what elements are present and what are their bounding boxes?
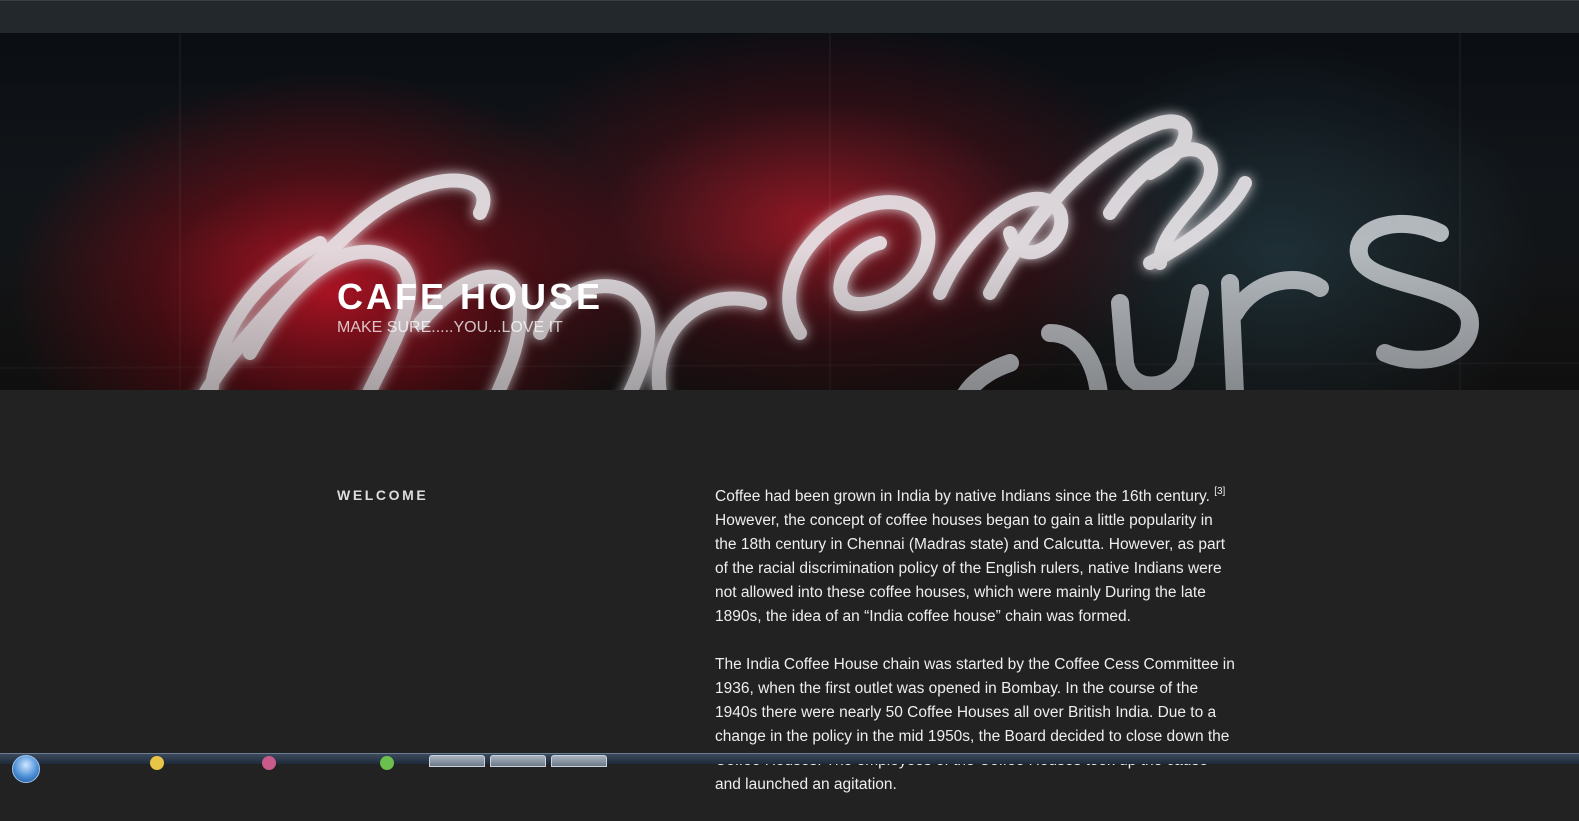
taskbar-window-button[interactable]: [429, 755, 485, 767]
taskbar-window-button[interactable]: [490, 755, 546, 767]
citation-link[interactable]: [3]: [1214, 486, 1225, 497]
taskbar-app-icon[interactable]: [262, 756, 276, 770]
paragraph-2: The India Coffee House chain was started…: [715, 656, 1235, 793]
top-bar: [0, 0, 1579, 33]
paragraph-1-text-b: However, the concept of coffee houses be…: [715, 512, 1226, 625]
taskbar-app-icon[interactable]: [150, 756, 164, 770]
site-tagline: MAKE SURE.....YOU...LOVE IT: [337, 319, 563, 336]
site-title-link[interactable]: CAFE HOUSE: [337, 278, 603, 316]
paragraph-1-text-a: Coffee had been grown in India by native…: [715, 488, 1210, 505]
taskbar-app-icon[interactable]: [380, 756, 394, 770]
main-content: WELCOME Coffee had been grown in India b…: [0, 390, 1579, 793]
paragraph-1: Coffee had been grown in India by native…: [715, 485, 1235, 629]
header-hero-image: CAFE HOUSE MAKE SURE.....YOU...LOVE IT: [0, 33, 1579, 390]
os-taskbar: [0, 753, 1579, 783]
hero-overlay: [0, 33, 1579, 390]
entry-content: Coffee had been grown in India by native…: [715, 485, 1235, 821]
taskbar-window-button[interactable]: [551, 755, 607, 767]
site-branding: CAFE HOUSE MAKE SURE.....YOU...LOVE IT: [337, 278, 603, 337]
section-heading: WELCOME: [337, 487, 429, 503]
start-button[interactable]: [12, 755, 40, 783]
